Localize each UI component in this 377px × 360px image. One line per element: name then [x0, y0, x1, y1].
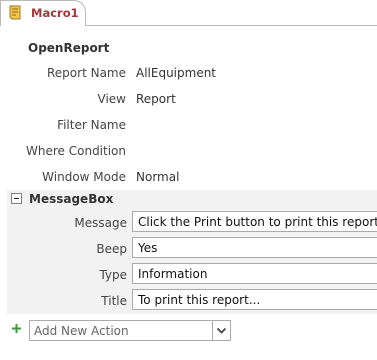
arg-label-view: View — [97, 92, 126, 106]
beep-field[interactable]: Yes — [132, 237, 377, 258]
arg-label-window-mode: Window Mode — [42, 170, 126, 184]
chevron-down-icon — [216, 327, 227, 334]
arg-label-report-name: Report Name — [47, 66, 126, 80]
message-field[interactable]: Click the Print button to print this rep… — [132, 211, 377, 232]
type-field[interactable]: Information — [132, 263, 377, 284]
arg-value-view[interactable]: Report — [136, 92, 176, 106]
arg-value-window-mode[interactable]: Normal — [136, 170, 179, 184]
title-field[interactable]: To print this report... — [132, 289, 377, 310]
action-messagebox-title[interactable]: MessageBox — [29, 192, 113, 206]
arg-label-filter-name: Filter Name — [57, 118, 126, 132]
add-new-action-combobox[interactable]: Add New Action — [29, 320, 231, 341]
action-openreport-title[interactable]: OpenReport — [28, 41, 109, 55]
document-tab-strip: Macro1 — [0, 0, 377, 26]
arg-label-message: Message — [74, 216, 127, 230]
arg-label-where-condition: Where Condition — [26, 144, 126, 158]
tab-title: Macro1 — [31, 6, 79, 20]
add-plus-icon[interactable] — [12, 324, 21, 333]
add-new-action-text: Add New Action — [34, 324, 129, 338]
arg-value-report-name[interactable]: AllEquipment — [136, 66, 216, 80]
add-new-action-dropdown-button[interactable] — [212, 321, 230, 340]
tab-macro1[interactable]: Macro1 — [0, 0, 86, 26]
collapse-minus-icon[interactable] — [11, 193, 22, 204]
macro-icon — [9, 5, 21, 20]
arg-label-beep: Beep — [96, 242, 127, 256]
arg-label-type: Type — [99, 268, 127, 282]
arg-label-title: Title — [101, 294, 127, 308]
